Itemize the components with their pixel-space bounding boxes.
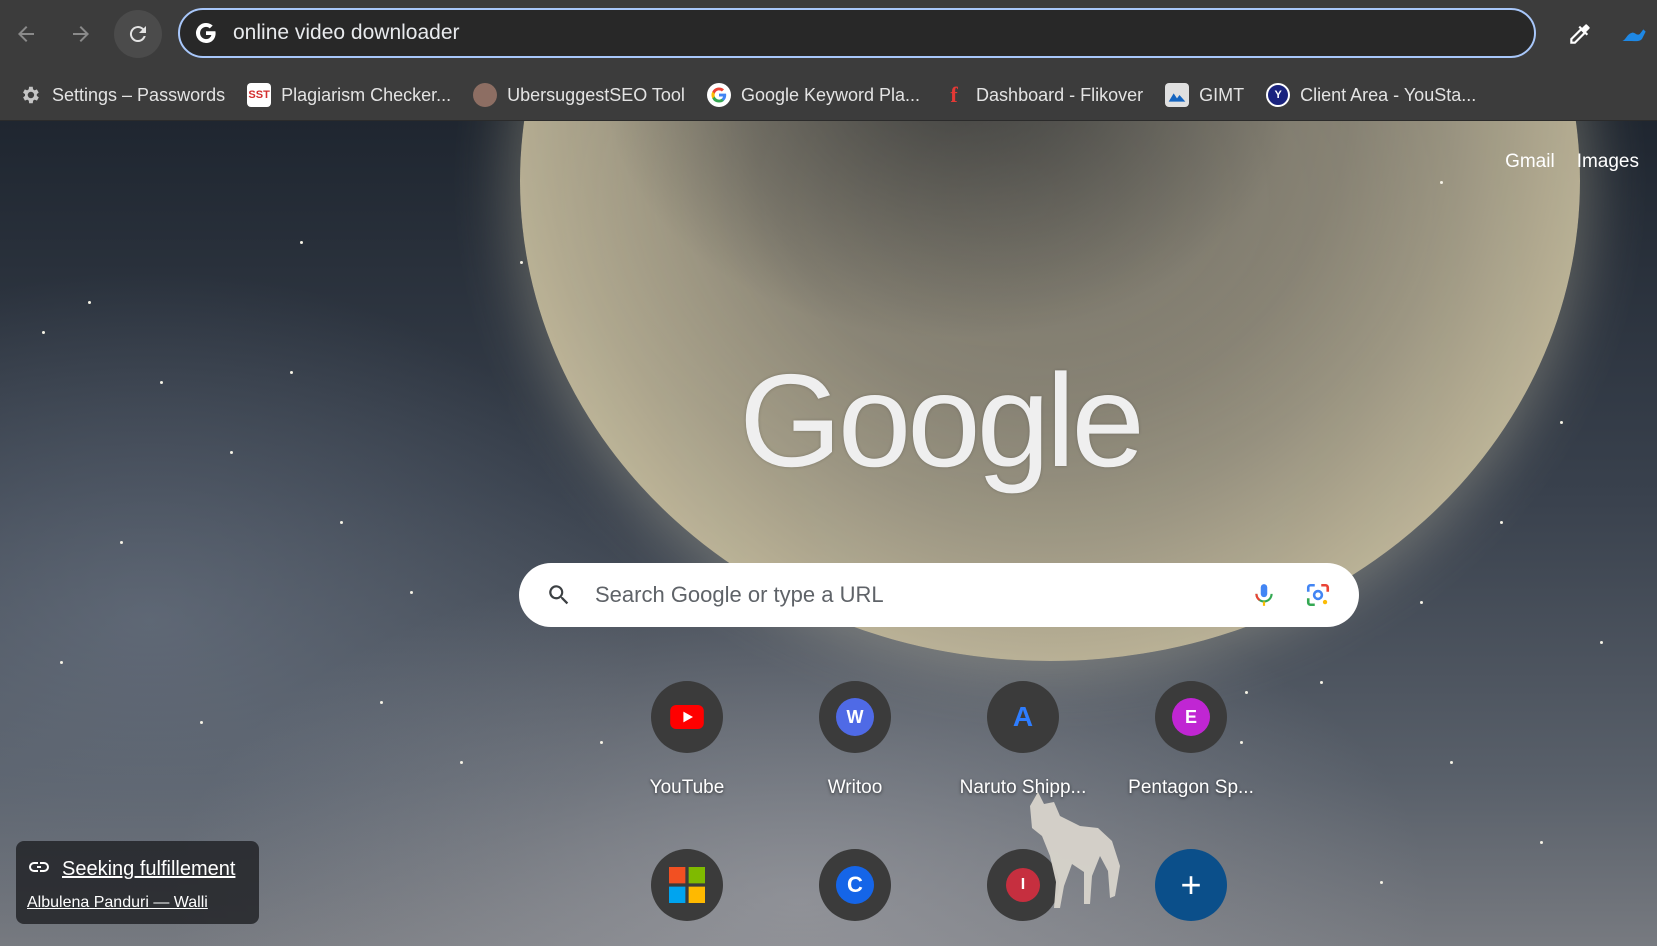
- bookmark-client-area[interactable]: Y Client Area - YouSta...: [1258, 77, 1484, 113]
- shortcut-icon-circle: C: [819, 849, 891, 921]
- gear-icon: [18, 83, 42, 107]
- star: [88, 301, 91, 304]
- star: [42, 331, 45, 334]
- shortcut-microsoft[interactable]: [612, 849, 762, 921]
- new-tab-page: Gmail Images Google YouTube W Writoo A N…: [0, 121, 1657, 946]
- shortcut-icon-circle: W: [819, 681, 891, 753]
- link-icon: [27, 855, 51, 884]
- shortcut-title: Writoo: [827, 777, 883, 798]
- search-icon: [545, 581, 573, 609]
- arrow-right-icon: [73, 26, 89, 42]
- star: [380, 701, 383, 704]
- star: [1450, 761, 1453, 764]
- gimt-favicon: [1165, 83, 1190, 107]
- shortcut-icon-circle: A: [987, 681, 1059, 753]
- google-g-icon: [194, 21, 218, 45]
- address-bar[interactable]: [178, 8, 1536, 58]
- star: [1440, 181, 1443, 184]
- shortcut-icon-circle: +: [1155, 849, 1227, 921]
- star: [300, 241, 303, 244]
- extension-icon[interactable]: [1617, 17, 1651, 51]
- star: [160, 381, 163, 384]
- shortcut-pentagon[interactable]: E Pentagon Sp...: [1116, 681, 1266, 799]
- sst-favicon: SST: [247, 83, 272, 107]
- google-logo: Google: [739, 347, 1145, 494]
- star: [1500, 521, 1503, 524]
- eyedropper-icon[interactable]: [1563, 17, 1597, 51]
- shortcut-c-site[interactable]: C: [780, 849, 930, 921]
- add-shortcut-button[interactable]: +: [1116, 849, 1266, 921]
- star: [200, 721, 203, 724]
- bookmark-label: Dashboard - Flikover: [976, 84, 1144, 105]
- gmail-link[interactable]: Gmail: [1505, 151, 1555, 173]
- star: [600, 741, 603, 744]
- browser-toolbar: [0, 0, 1657, 70]
- shortcut-icon-circle: E: [1155, 681, 1227, 753]
- bookmark-plagiarism-checker[interactable]: SST Plagiarism Checker...: [239, 77, 459, 113]
- youstable-favicon: Y: [1266, 83, 1291, 107]
- bookmark-label: Client Area - YouSta...: [1300, 84, 1477, 105]
- youtube-icon: [651, 681, 723, 753]
- star: [60, 661, 63, 664]
- attribution-author[interactable]: Albulena Panduri — Walli: [27, 894, 249, 912]
- header-links: Gmail Images: [1505, 151, 1639, 173]
- background-attribution: Seeking fulfillement Albulena Panduri — …: [16, 841, 259, 924]
- shortcut-writoo[interactable]: W Writoo: [780, 681, 930, 799]
- writoo-icon: W: [836, 698, 874, 736]
- shortcut-youtube[interactable]: YouTube: [612, 681, 762, 799]
- google-favicon: [706, 83, 731, 107]
- shortcut-title: Pentagon Sp...: [1128, 777, 1254, 798]
- flikover-favicon: f: [950, 82, 958, 107]
- bookmark-label: GIMT: [1199, 84, 1245, 105]
- star: [230, 451, 233, 454]
- star: [1320, 681, 1323, 684]
- google-lens-icon[interactable]: [1303, 580, 1333, 610]
- bookmark-flikover[interactable]: f Dashboard - Flikover: [934, 77, 1151, 113]
- bookmark-label: Plagiarism Checker...: [281, 84, 452, 105]
- naruto-icon: A: [1012, 701, 1034, 732]
- shortcut-title: YouTube: [649, 777, 725, 798]
- arrow-left-icon: [18, 26, 34, 42]
- back-button[interactable]: [2, 10, 50, 58]
- bookmark-google-keyword-planner[interactable]: Google Keyword Pla...: [699, 77, 928, 113]
- bookmark-gimt[interactable]: GIMT: [1157, 77, 1252, 113]
- star: [1380, 881, 1383, 884]
- bookmark-label: Settings – Passwords: [52, 84, 226, 105]
- search-box[interactable]: [519, 563, 1359, 627]
- star: [1600, 641, 1603, 644]
- search-input[interactable]: [593, 581, 1249, 609]
- c-logo-icon: C: [836, 866, 874, 904]
- bookmark-ubersuggest[interactable]: UbersuggestSEO Tool: [465, 77, 693, 113]
- microsoft-icon: [651, 849, 723, 921]
- bookmark-label: Google Keyword Pla...: [740, 84, 921, 105]
- bookmarks-bar: Settings – Passwords SST Plagiarism Chec…: [0, 70, 1657, 121]
- bookmark-label: UbersuggestSEO Tool: [507, 84, 685, 105]
- bookmark-settings-passwords[interactable]: Settings – Passwords: [10, 77, 233, 113]
- star: [120, 541, 123, 544]
- address-input[interactable]: [231, 20, 1534, 46]
- forward-button[interactable]: [57, 10, 105, 58]
- wolf-illustration: [1030, 792, 1120, 908]
- star: [520, 261, 523, 264]
- avatar-favicon: [473, 83, 498, 107]
- reload-button[interactable]: [114, 10, 162, 58]
- star: [410, 591, 413, 594]
- microphone-icon[interactable]: [1249, 580, 1279, 610]
- pentagon-icon: E: [1172, 698, 1210, 736]
- star: [1540, 841, 1543, 844]
- star: [290, 371, 293, 374]
- add-shortcut-icon: +: [1180, 864, 1202, 905]
- star: [460, 761, 463, 764]
- attribution-title-link[interactable]: Seeking fulfillement: [62, 858, 235, 881]
- shortcut-naruto[interactable]: A Naruto Shipp...: [948, 681, 1098, 799]
- images-link[interactable]: Images: [1577, 151, 1639, 173]
- star: [340, 521, 343, 524]
- star: [1560, 421, 1563, 424]
- star: [1420, 601, 1423, 604]
- reload-icon: [129, 26, 146, 43]
